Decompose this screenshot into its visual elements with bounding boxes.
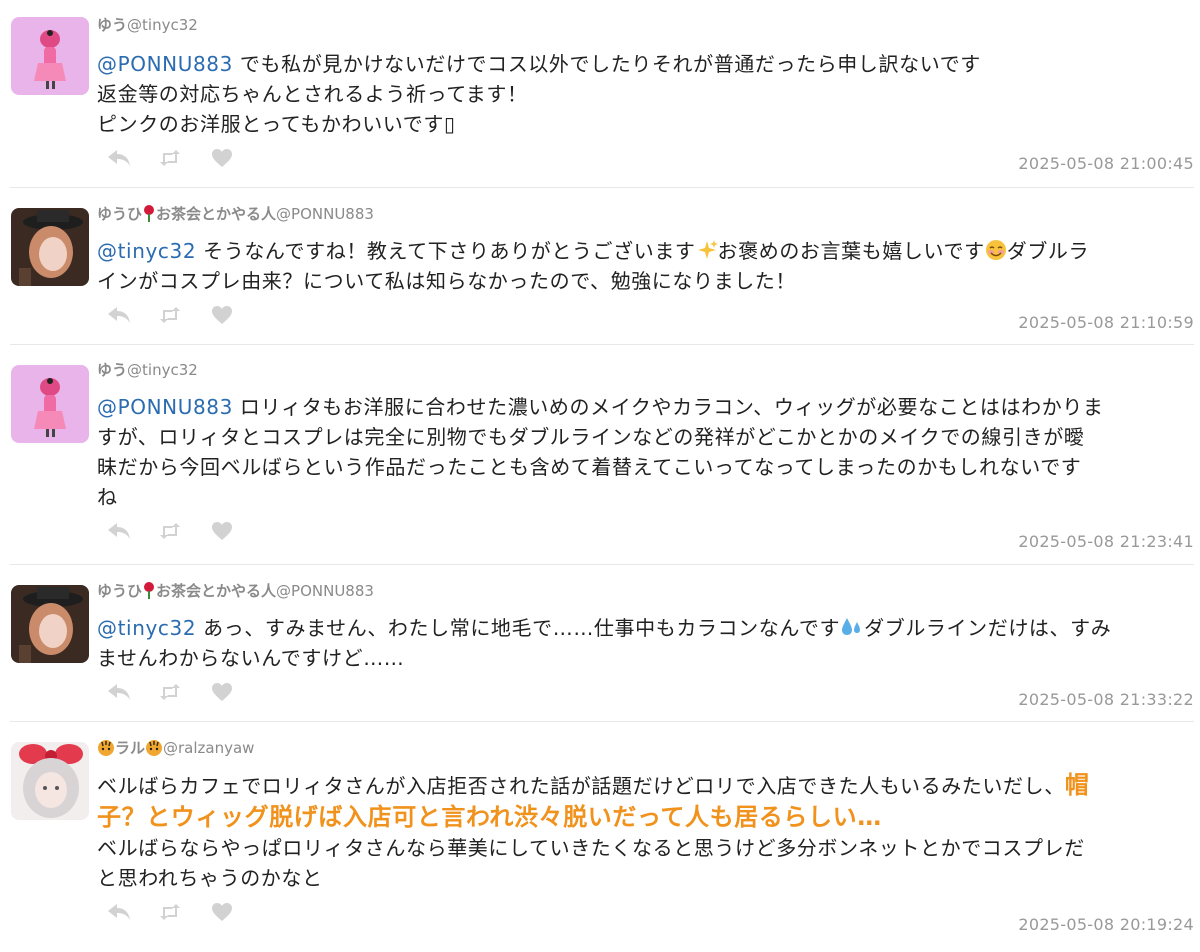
avatar[interactable]: [11, 742, 89, 820]
pink-figure-avatar: [11, 17, 89, 95]
heart-icon[interactable]: [211, 148, 263, 168]
pink-figure-avatar: [11, 365, 89, 443]
tweet-header: ゆう@tinyc32: [97, 345, 1194, 380]
tweet-text-part: ダブルラ: [1006, 239, 1090, 263]
display-name[interactable]: ラル: [97, 739, 163, 757]
reply-icon[interactable]: [107, 306, 159, 324]
tweet-text: @PONNU883 ロリィタもお洋服に合わせた濃いめのメイクやカラコン、ウィッグ…: [97, 392, 1194, 512]
display-name-part: ラル: [115, 739, 146, 757]
highlight-text: 帽: [1064, 771, 1090, 799]
tweet-header: ゆう@tinyc32: [97, 0, 1194, 35]
ribbon-girl-avatar: [11, 742, 89, 820]
display-name-part: ゆうひ: [97, 205, 143, 223]
display-name[interactable]: ゆう: [97, 361, 127, 379]
heart-icon[interactable]: [211, 682, 263, 702]
avatar[interactable]: [11, 365, 89, 443]
display-name[interactable]: ゆうひ お茶会とかやる人: [97, 582, 276, 600]
mention-link[interactable]: @tinyc32: [97, 616, 196, 640]
tweet-header: ゆうひ お茶会とかやる人@PONNU883: [97, 565, 1194, 601]
tweet-text-line: ロリィタもお洋服に合わせた濃いめのメイクやカラコン、ウィッグが必要なことははわか…: [239, 395, 1104, 419]
tweet-feed: ゆう@tinyc32 @PONNU883 でも私が見かけないだけでコス以外でした…: [0, 0, 1200, 950]
tweet-text: @tinyc32 あっ、すみません、わたし常に地毛で……仕事中もカラコンなんです…: [97, 613, 1194, 673]
tweet-text-line: 昧だから今回ベルばらという作品だったことも含めて着替えてこいってなってしまったの…: [97, 455, 1082, 479]
tweet-text-line: でも私が見かけないだけでコス以外でしたりそれが普通だったら申し訳ないです: [239, 52, 981, 76]
reply-icon[interactable]: [107, 522, 159, 540]
sparkles-icon: [697, 240, 718, 259]
avatar[interactable]: [11, 585, 89, 663]
tweet-text-line: ませんわからないんですけど……: [97, 646, 405, 670]
timestamp[interactable]: 2025-05-08 20:19:24: [1018, 915, 1194, 934]
hat-girl-avatar: [11, 208, 89, 286]
timestamp[interactable]: 2025-05-08 21:23:41: [1018, 532, 1194, 551]
smiling-face-icon: [985, 240, 1006, 260]
tweet-text-line: ピンクのお洋服とってもかわいいです▯: [97, 112, 456, 136]
reply-icon[interactable]: [107, 149, 159, 167]
tweet-text-line: 返金等の対応ちゃんとされるよう祈ってます！: [97, 82, 528, 106]
tweet-text-line: ね: [97, 485, 118, 509]
tweet-text-line: と思われちゃうのかなと: [97, 866, 323, 890]
user-handle[interactable]: @tinyc32: [127, 16, 198, 34]
rose-icon: [144, 205, 155, 222]
hat-girl-avatar: [11, 585, 89, 663]
tiger-face-icon: [98, 740, 114, 756]
user-handle[interactable]: @tinyc32: [127, 361, 198, 379]
timestamp[interactable]: 2025-05-08 21:33:22: [1018, 690, 1194, 709]
retweet-icon[interactable]: [159, 307, 211, 323]
timestamp[interactable]: 2025-05-08 21:10:59: [1018, 313, 1194, 332]
avatar[interactable]: [11, 208, 89, 286]
reply-icon[interactable]: [107, 683, 159, 701]
tweet-header: ラル @ralzanyaw: [97, 722, 1194, 758]
tweet-text: @tinyc32 そうなんですね！教えて下さりありがとうございます お褒めのお言葉…: [97, 236, 1194, 296]
user-handle[interactable]: @PONNU883: [276, 582, 374, 600]
tweet-text-part: あっ、すみません、わたし常に地毛で……仕事中もカラコンなんです: [203, 616, 841, 640]
tweet-text-part: ダブルラインだけは、すみ: [864, 616, 1112, 640]
retweet-icon[interactable]: [159, 904, 211, 920]
tweet-text: ベルばらカフェでロリィタさんが入店拒否された話が話題だけどロリで入店できた人もい…: [97, 770, 1194, 893]
heart-icon[interactable]: [211, 305, 263, 325]
tiger-face-icon: [146, 740, 163, 756]
tweet-text-part: そうなんですね！教えて下さりありがとうございます: [203, 239, 696, 263]
heart-icon[interactable]: [211, 521, 263, 541]
reply-icon[interactable]: [107, 903, 159, 921]
tweet: ゆうひ お茶会とかやる人@PONNU883 @tinyc32 そうなんですね！教え…: [10, 188, 1194, 345]
display-name-part: お茶会とかやる人: [156, 205, 277, 223]
tweet: ゆう@tinyc32 @PONNU883 ロリィタもお洋服に合わせた濃いめのメイ…: [10, 345, 1194, 565]
user-handle[interactable]: @PONNU883: [276, 205, 374, 223]
tweet: ゆうひ お茶会とかやる人@PONNU883 @tinyc32 あっ、すみません、わ…: [10, 565, 1194, 722]
tweet-text: @PONNU883 でも私が見かけないだけでコス以外でしたりそれが普通だったら申…: [97, 49, 1194, 139]
tweet-text-line: ベルばらならやっぱロリィタさんなら華美にしていきたくなると思うけど多分ボンネット…: [97, 836, 1085, 860]
rose-icon: [144, 582, 155, 599]
heart-icon[interactable]: [211, 902, 263, 922]
display-name[interactable]: ゆう: [97, 16, 127, 34]
avatar[interactable]: [11, 17, 89, 95]
tweet-text-line: インがコスプレ由来？について私は知らなかったので、勉強になりました！: [97, 269, 796, 293]
retweet-icon[interactable]: [159, 523, 211, 539]
display-name-part: ゆうひ: [97, 582, 143, 600]
user-handle[interactable]: @ralzanyaw: [163, 739, 254, 757]
display-name-part: お茶会とかやる人: [156, 582, 277, 600]
tweet: ラル @ralzanyaw ベルばらカフェでロリィタさんが入店拒否された話が話題だ…: [10, 722, 1194, 950]
mention-link[interactable]: @PONNU883: [97, 395, 233, 419]
display-name[interactable]: ゆうひ お茶会とかやる人: [97, 205, 276, 223]
tweet: ゆう@tinyc32 @PONNU883 でも私が見かけないだけでコス以外でした…: [10, 0, 1194, 188]
mention-link[interactable]: @tinyc32: [97, 239, 196, 263]
tweet-text-part: お褒めのお言葉も嬉しいです: [717, 239, 985, 263]
highlight-text: 子？とウィッグ脱げば入店可と言われ渋々脱いだって人も居るらしい…: [97, 803, 882, 831]
timestamp[interactable]: 2025-05-08 21:00:45: [1018, 154, 1194, 173]
retweet-icon[interactable]: [159, 684, 211, 700]
sweat-droplets-icon: [842, 618, 861, 635]
tweet-text-line: すが、ロリィタとコスプレは完全に別物でもダブルラインなどの発祥がどこかとかのメイ…: [97, 425, 1085, 449]
mention-link[interactable]: @PONNU883: [97, 52, 233, 76]
tweet-text-part: ベルばらカフェでロリィタさんが入店拒否された話が話題だけどロリで入店できた人もい…: [97, 774, 1065, 798]
tweet-header: ゆうひ お茶会とかやる人@PONNU883: [97, 188, 1194, 224]
retweet-icon[interactable]: [159, 150, 211, 166]
